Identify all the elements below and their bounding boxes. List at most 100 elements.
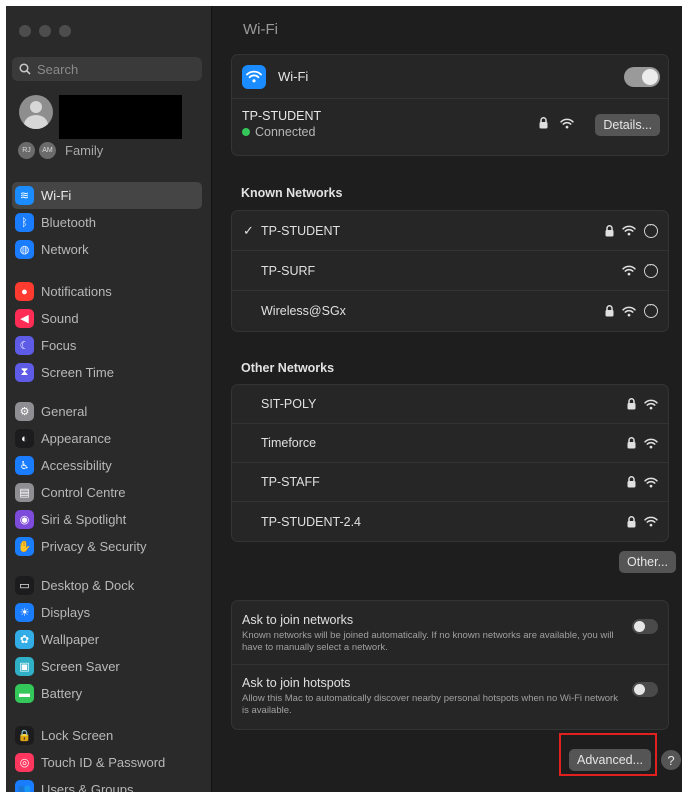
ask-networks-title: Ask to join networks — [242, 613, 354, 627]
checkmark-icon: ✓ — [243, 222, 254, 238]
sidebar-item-appearance[interactable]: ◐ Appearance — [12, 425, 202, 452]
sidebar-item-label: Wallpaper — [41, 632, 100, 647]
sidebar-item-sound[interactable]: ◀ Sound — [12, 305, 202, 332]
family-label: Family — [65, 143, 104, 158]
ask-networks-toggle[interactable] — [632, 619, 658, 634]
hand-icon: ✋ — [15, 537, 34, 556]
sidebar-item-label: Appearance — [41, 431, 112, 446]
sidebar-item-label: Sound — [41, 311, 79, 326]
sidebar-item-battery[interactable]: ▬ Battery — [12, 680, 202, 707]
sidebar-item-label: Notifications — [41, 284, 112, 299]
wifi-toggle[interactable] — [624, 66, 660, 87]
lock-icon — [627, 515, 636, 527]
sidebar-item-desktop-dock[interactable]: ▭ Desktop & Dock — [12, 572, 202, 599]
sidebar-item-general[interactable]: ⚙ General — [12, 398, 202, 425]
sidebar-item-privacy[interactable]: ✋ Privacy & Security — [12, 533, 202, 560]
other-network-row[interactable]: SIT-POLY — [232, 385, 668, 424]
sidebar-item-screen-time[interactable]: ⧗ Screen Time — [12, 359, 202, 386]
ask-hotspots-title: Ask to join hotspots — [242, 676, 351, 690]
wifi-signal-icon — [560, 118, 574, 128]
search-input[interactable] — [37, 61, 187, 77]
more-options-icon[interactable] — [644, 299, 658, 318]
advanced-button[interactable]: Advanced... — [569, 749, 652, 771]
sidebar-item-network[interactable]: ◍ Network — [12, 236, 202, 263]
network-icons — [622, 259, 658, 278]
sidebar-item-displays[interactable]: ☀ Displays — [12, 599, 202, 626]
wifi-signal-icon — [644, 399, 658, 409]
connection-status: Connected — [255, 125, 316, 139]
sidebar-group: ≋ Wi-Fi ᛒ Bluetooth ◍ Network — [12, 182, 202, 263]
sidebar-group: ⚙ General ◐ Appearance ♿ Accessibility ▤ Contro… — [12, 398, 202, 560]
sidebar-item-screen-saver[interactable]: ▣ Screen Saver — [12, 653, 202, 680]
wifi-signal-icon — [622, 306, 636, 316]
wifi-icon: ≋ — [15, 186, 34, 205]
sidebar-item-label: Desktop & Dock — [41, 578, 135, 593]
sidebar-group: ▭ Desktop & Dock ☀ Displays ✿ Wallpaper ▣ Scree… — [12, 572, 202, 707]
wifi-signal-icon — [644, 516, 658, 527]
sidebar-item-label: Lock Screen — [41, 728, 114, 743]
sidebar-item-control-centre[interactable]: ▤ Control Centre — [12, 479, 202, 506]
bell-icon: ● — [15, 282, 34, 301]
zoom-window-button[interactable] — [59, 25, 71, 37]
profile[interactable] — [19, 95, 53, 129]
network-name: TP-STUDENT — [261, 223, 341, 238]
known-network-row[interactable]: Wireless@SGx — [232, 291, 668, 331]
sidebar-group: 🔒 Lock Screen ◎ Touch ID & Password 👥 Users &… — [12, 722, 202, 792]
other-network-row[interactable]: TP-STAFF — [232, 463, 668, 502]
family-row[interactable]: RJ AM Family — [18, 142, 103, 159]
more-options-icon[interactable] — [644, 259, 658, 278]
network-icons — [605, 299, 658, 318]
current-network-row: TP-STUDENT Connected Details... — [232, 99, 668, 155]
sidebar-item-accessibility[interactable]: ♿ Accessibility — [12, 452, 202, 479]
close-window-button[interactable] — [19, 25, 31, 37]
join-preferences-card: Ask to join networks Known networks will… — [231, 600, 669, 730]
sidebar-item-wallpaper[interactable]: ✿ Wallpaper — [12, 626, 202, 653]
other-networks-list: SIT-POLY Timeforce TP-STAFF TP-STUDENT-2.4 — [231, 384, 669, 542]
switches-icon: ▤ — [15, 483, 34, 502]
network-name: TP-STAFF — [261, 475, 320, 489]
redacted-user-name — [59, 95, 182, 139]
sidebar-item-wifi[interactable]: ≋ Wi-Fi — [12, 182, 202, 209]
wifi-signal-icon — [644, 438, 658, 448]
wifi-signal-icon — [622, 225, 636, 236]
other-network-row[interactable]: Timeforce — [232, 424, 668, 463]
sidebar-item-label: Users & Groups — [41, 782, 134, 792]
flower-icon: ✿ — [15, 630, 34, 649]
sidebar-item-label: Displays — [41, 605, 91, 620]
sidebar-item-label: Screen Saver — [41, 659, 120, 674]
siri-icon: ◉ — [15, 510, 34, 529]
minimize-window-button[interactable] — [39, 25, 51, 37]
more-options-icon[interactable] — [644, 219, 658, 238]
other-network-row[interactable]: TP-STUDENT-2.4 — [232, 502, 668, 541]
ask-hotspots-toggle[interactable] — [632, 682, 658, 697]
sidebar-item-label: Privacy & Security — [41, 539, 147, 554]
help-button[interactable]: ? — [661, 750, 681, 770]
sidebar-item-bluetooth[interactable]: ᛒ Bluetooth — [12, 209, 202, 236]
sidebar-item-users-groups[interactable]: 👥 Users & Groups — [12, 776, 202, 792]
other-network-button[interactable]: Other... — [619, 551, 676, 573]
accessibility-icon: ♿ — [15, 456, 34, 475]
details-button[interactable]: Details... — [595, 114, 660, 136]
lock-icon: 🔒 — [15, 726, 34, 745]
known-network-row[interactable]: ✓ TP-STUDENT — [232, 211, 668, 251]
lock-icon — [627, 476, 636, 488]
hourglass-icon: ⧗ — [15, 363, 34, 382]
ask-networks-row: Ask to join networks Known networks will… — [242, 613, 622, 654]
fingerprint-icon: ◎ — [15, 753, 34, 772]
network-name: TP-STUDENT-2.4 — [261, 514, 362, 529]
sidebar-item-touch-id[interactable]: ◎ Touch ID & Password — [12, 749, 202, 776]
sidebar-item-label: Control Centre — [41, 485, 126, 500]
sidebar-item-notifications[interactable]: ● Notifications — [12, 278, 202, 305]
sidebar-item-label: Screen Time — [41, 365, 114, 380]
wifi-toggle-label: Wi-Fi — [278, 69, 309, 84]
sidebar-item-siri[interactable]: ◉ Siri & Spotlight — [12, 506, 202, 533]
sidebar-item-focus[interactable]: ☾ Focus — [12, 332, 202, 359]
user-avatar[interactable] — [19, 95, 53, 129]
sidebar-item-lock-screen[interactable]: 🔒 Lock Screen — [12, 722, 202, 749]
wifi-icon — [242, 64, 266, 89]
other-networks-header: Other Networks — [241, 361, 335, 375]
known-network-row[interactable]: TP-SURF — [232, 251, 668, 291]
sidebar-item-label: Wi-Fi — [41, 188, 72, 203]
sidebar-item-label: Siri & Spotlight — [41, 512, 127, 527]
search-box[interactable] — [12, 57, 202, 81]
